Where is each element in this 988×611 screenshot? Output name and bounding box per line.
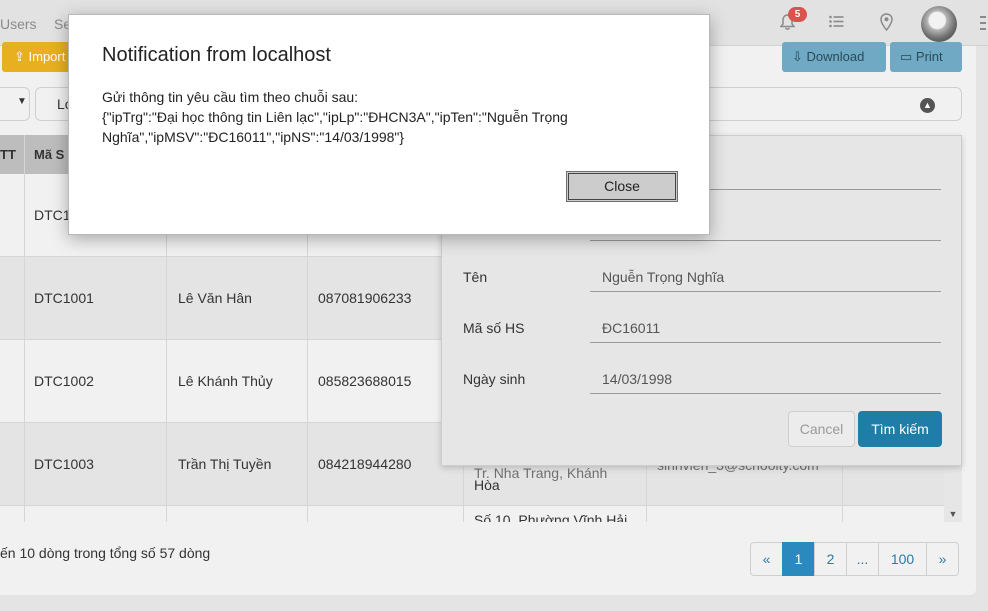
birthdate-label: Ngày sinh bbox=[463, 371, 526, 387]
download-button[interactable]: ⇩ Download bbox=[782, 42, 886, 72]
cell-ma: DTC1001 bbox=[34, 290, 94, 306]
page-size-select[interactable]: ▼ bbox=[0, 87, 30, 121]
dialog-message-line: Gửi thông tin yêu cầu tìm theo chuỗi sau… bbox=[102, 89, 359, 105]
print-icon: ▭ bbox=[900, 49, 916, 64]
dialog-title: Notification from localhost bbox=[102, 44, 331, 66]
cell-sdt: 087081906233 bbox=[318, 290, 412, 306]
download-button-label: Download bbox=[806, 49, 865, 64]
avatar[interactable] bbox=[921, 6, 957, 42]
nav-users-link[interactable]: Users bbox=[0, 16, 37, 32]
student-id-label: Mã số HS bbox=[463, 320, 525, 336]
list-icon[interactable] bbox=[829, 15, 844, 32]
page-1-button[interactable]: 1 bbox=[782, 542, 815, 576]
print-button[interactable]: ▭ Print bbox=[890, 42, 962, 72]
chevron-down-icon: ▼ bbox=[17, 96, 27, 107]
cell-ma: DTC1003 bbox=[34, 456, 94, 472]
cell-ten: Trần Thị Tuyền bbox=[178, 456, 272, 472]
upload-icon: ⇪ bbox=[14, 49, 29, 64]
birthdate-field[interactable] bbox=[590, 364, 941, 394]
page-100-button[interactable]: 100 bbox=[878, 542, 927, 576]
page-prev-button[interactable]: « bbox=[750, 542, 783, 576]
column-header-tt[interactable]: TT bbox=[0, 147, 16, 162]
cell-ten: Lê Văn Hân bbox=[178, 290, 252, 306]
download-icon: ⇩ bbox=[792, 49, 807, 64]
chevron-up-icon[interactable]: ▲ bbox=[920, 98, 935, 113]
notification-badge: 5 bbox=[788, 7, 807, 22]
page-2-button[interactable]: 2 bbox=[814, 542, 847, 576]
table-row[interactable]: Số 10, Phường Vĩnh Hải bbox=[0, 506, 962, 522]
page-ellipsis: ... bbox=[846, 542, 879, 576]
cancel-button[interactable]: Cancel bbox=[788, 411, 855, 447]
more-vertical-icon[interactable] bbox=[980, 14, 988, 36]
location-pin-icon[interactable] bbox=[880, 13, 893, 35]
close-button[interactable]: Close bbox=[566, 171, 678, 202]
pagination-summary: ến 10 dòng trong tổng số 57 dòng bbox=[0, 545, 211, 561]
cell-sdt: 085823688015 bbox=[318, 373, 412, 389]
search-button[interactable]: Tìm kiếm bbox=[858, 411, 942, 447]
cell-address-fragment: Hòa bbox=[474, 477, 500, 493]
print-button-label: Print bbox=[915, 49, 943, 64]
name-label: Tên bbox=[463, 269, 488, 285]
cell-ma: DTC1002 bbox=[34, 373, 94, 389]
cell-ten: Lê Khánh Thủy bbox=[178, 373, 273, 389]
pagination: « 1 2 ... 100 » bbox=[750, 542, 959, 576]
scroll-down-arrow-icon[interactable]: ▼ bbox=[944, 506, 962, 522]
alert-dialog: Notification from localhost Gửi thông ti… bbox=[68, 14, 710, 235]
cell-sdt: 084218944280 bbox=[318, 456, 412, 472]
dialog-message: Gửi thông tin yêu cầu tìm theo chuỗi sau… bbox=[102, 87, 662, 147]
import-button-label: Import bbox=[28, 49, 66, 64]
dialog-message-json: {"ipTrg":"Đại học thông tin Liên lạc","i… bbox=[102, 109, 568, 145]
column-header-ma[interactable]: Mã S bbox=[34, 147, 64, 162]
cell-ma: DTC1 bbox=[34, 207, 71, 223]
student-id-field[interactable] bbox=[590, 313, 941, 343]
column-divider bbox=[24, 135, 25, 522]
import-button[interactable]: ⇪ Import bbox=[2, 42, 72, 72]
cell-address-fragment: Số 10, Phường Vĩnh Hải bbox=[474, 512, 628, 522]
page-next-button[interactable]: » bbox=[926, 542, 959, 576]
name-field[interactable] bbox=[590, 262, 941, 292]
